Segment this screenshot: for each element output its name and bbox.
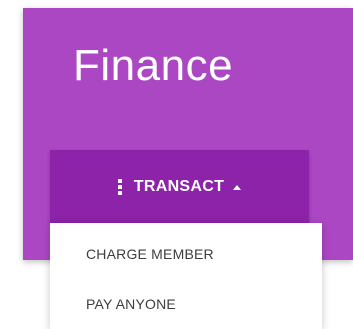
caret-up-icon	[233, 184, 242, 190]
menu-item-pay-anyone[interactable]: PAY ANYONE	[86, 296, 176, 312]
app-stage: Finance TRANSACT CHARGE MEMBER PAY ANYON…	[0, 0, 353, 329]
transact-button-label: TRANSACT	[133, 177, 225, 195]
transact-dropdown-menu: CHARGE MEMBER PAY ANYONE	[50, 223, 322, 329]
transact-button[interactable]: TRANSACT	[50, 150, 309, 223]
more-vert-icon	[117, 178, 122, 195]
menu-item-charge-member[interactable]: CHARGE MEMBER	[86, 246, 214, 262]
card-title: Finance	[73, 41, 234, 90]
